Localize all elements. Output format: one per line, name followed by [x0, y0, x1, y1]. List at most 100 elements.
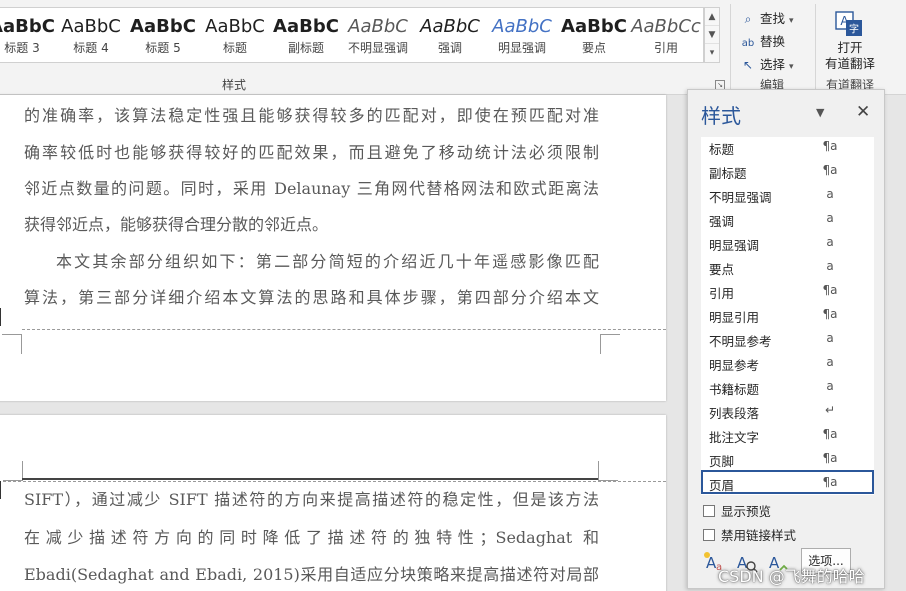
style-list-item[interactable]: 批注文字 ¶a [701, 422, 874, 446]
style-name: 列表段落 [709, 406, 760, 421]
style-name: 要点 [709, 262, 735, 277]
gallery-more-button[interactable]: ▾ [705, 44, 719, 62]
disable-linked-styles-checkbox[interactable]: 禁用链接样式 [703, 525, 796, 544]
style-list-item[interactable]: 页眉 ¶a [701, 470, 874, 494]
gallery-scroller: ▲ ▼ ▾ [704, 7, 720, 63]
styles-list: 标题 ¶a 副标题 ¶a 不明显强调 a 强调 a 明显强调 a 要点 a 引用 ¶a 明显引用 ¶a 不明显参… [701, 137, 874, 495]
style-type-icon: a [826, 259, 834, 273]
style-list-item[interactable]: 强调 a [701, 206, 874, 230]
style-type-icon: ¶a [822, 427, 838, 441]
document-page[interactable]: SIFT），通过减少 SIFT 描述符的方向来提高描述符的稳定性，但是该方法 在… [0, 415, 666, 591]
body-text-line[interactable]: 邻近点数量的问题。同时，采用 Delaunay 三角网代替格网法和欧式距离法 [24, 177, 599, 201]
style-gallery-label: 要点 [581, 41, 606, 55]
style-preview-text: AaBbC [0, 16, 55, 37]
style-list-item[interactable]: 副标题 ¶a [701, 158, 874, 182]
style-name: 引用 [709, 286, 735, 301]
watermark: CSDN @飞舞的哈哈 [718, 567, 865, 586]
style-list-item[interactable]: 引用 ¶a [701, 278, 874, 302]
pane-options-menu-icon[interactable]: ▼ [816, 106, 824, 119]
style-type-icon: ¶a [822, 139, 838, 153]
style-type-icon: a [826, 355, 834, 369]
styles-group-label: 样式 [222, 78, 247, 92]
style-list-item[interactable]: 明显强调 a [701, 230, 874, 254]
style-gallery-item[interactable]: AaBbC 标题 5 [127, 8, 199, 62]
style-list-item[interactable]: 页脚 ¶a [701, 446, 874, 470]
body-text-line[interactable]: 确率较低时也能够获得较好的匹配效果，而且避免了移动统计法必须限制 [24, 141, 599, 165]
ribbon: AaBbC 标题 3 AaBbC 标题 4 AaBbC 标题 5 AaBbC 标题 AaBbC 副… [0, 0, 906, 95]
replace-icon: ab [741, 38, 755, 49]
style-name: 书籍标题 [709, 382, 760, 397]
style-preview-text: AaBbC [561, 16, 627, 37]
style-gallery-item[interactable]: AaBbC 标题 3 [0, 8, 58, 62]
body-text-line[interactable]: 的准确率，该算法稳定性强且能够获得较多的匹配对，即使在预匹配对准 [24, 104, 599, 128]
crop-mark-bottom-right [600, 334, 620, 354]
style-gallery-item[interactable]: AaBbC 标题 4 [55, 8, 127, 62]
style-type-icon: a [826, 379, 834, 393]
body-text-line[interactable]: 本文其余部分组织如下：第二部分简短的介绍近几十年遥感影像匹配 [56, 250, 599, 274]
style-gallery-label: 不明显强调 [347, 41, 408, 55]
style-list-item[interactable]: 不明显参考 a [701, 326, 874, 350]
search-icon: ⌕ [744, 12, 752, 26]
style-type-icon: ¶a [822, 283, 838, 297]
chevron-down-icon: ▾ [789, 16, 794, 26]
style-gallery-label: 副标题 [287, 41, 324, 55]
style-gallery-item[interactable]: AaBbCc 引用 [630, 8, 702, 62]
style-name: 副标题 [709, 166, 747, 181]
style-list-item[interactable]: 不明显强调 a [701, 182, 874, 206]
style-gallery-label: 引用 [653, 41, 678, 55]
body-text-line[interactable]: 算法，第三部分详细介绍本文算法的思路和具体步骤，第四部分介绍本文 [24, 286, 599, 310]
styles-list-scrollbar[interactable] [874, 137, 880, 495]
style-gallery-item[interactable]: AaBbC 标题 [199, 8, 271, 62]
styles-gallery: AaBbC 标题 3 AaBbC 标题 4 AaBbC 标题 5 AaBbC 标题 AaBbC 副… [0, 7, 704, 63]
style-preview-text: AaBbC [61, 16, 121, 37]
style-type-icon: ¶a [822, 163, 838, 177]
styles-pane-title: 样式 [701, 104, 741, 128]
style-gallery-item[interactable]: AaBbC 明显强调 [486, 8, 558, 62]
cursor-caret [0, 308, 1, 326]
style-name: 批注文字 [709, 430, 760, 445]
translate-icon[interactable]: A 字 [834, 10, 864, 38]
style-list-item[interactable]: 列表段落 ↵ [701, 398, 874, 422]
style-list-item[interactable]: 书籍标题 a [701, 374, 874, 398]
style-list-item[interactable]: 明显引用 ¶a [701, 302, 874, 326]
gallery-up-button[interactable]: ▲ [705, 8, 719, 26]
crop-mark-top-left [3, 461, 23, 481]
style-name: 不明显强调 [709, 190, 772, 205]
gallery-down-button[interactable]: ▼ [705, 26, 719, 44]
style-gallery-item[interactable]: AaBbC 要点 [558, 8, 630, 62]
disable-linked-label: 禁用链接样式 [721, 528, 797, 543]
close-icon[interactable]: ✕ [856, 102, 870, 122]
ribbon-separator [730, 4, 731, 90]
body-text-line[interactable]: Ebadi(Sedaghat and Ebadi, 2015)采用自适应分块策略… [24, 563, 599, 587]
style-list-item[interactable]: 要点 a [701, 254, 874, 278]
select-button[interactable]: ↖ 选择 ▾ [740, 54, 794, 73]
style-type-icon: a [826, 211, 834, 225]
checkbox-box[interactable] [703, 529, 715, 541]
replace-label: 替换 [760, 34, 786, 49]
style-gallery-item[interactable]: AaBbC 强调 [414, 8, 486, 62]
style-preview-text: AaBbC [273, 16, 339, 37]
document-page[interactable]: 的准确率，该算法稳定性强且能够获得较多的匹配对，即使在预匹配对准 确率较低时也能… [0, 95, 666, 401]
replace-button[interactable]: ab 替换 [740, 31, 785, 50]
body-text-line[interactable]: SIFT），通过减少 SIFT 描述符的方向来提高描述符的稳定性，但是该方法 [24, 488, 599, 512]
chevron-down-icon: ▾ [789, 62, 794, 72]
style-gallery-item[interactable]: AaBbC 副标题 [270, 8, 342, 62]
style-gallery-label: 标题 5 [145, 41, 181, 55]
style-type-icon: a [826, 235, 834, 249]
crop-mark-top-right [598, 461, 618, 481]
show-preview-checkbox[interactable]: 显示预览 [703, 501, 771, 520]
style-list-item[interactable]: 明显参考 a [701, 350, 874, 374]
open-translate-button[interactable]: 打开 有道翻译 [822, 40, 878, 72]
find-label: 查找 [760, 11, 786, 26]
select-label: 选择 [760, 57, 786, 72]
style-list-item[interactable]: 标题 ¶a [701, 137, 874, 158]
style-type-icon: ¶a [822, 475, 838, 489]
body-text-line[interactable]: 获得邻近点，能够获得合理分散的邻近点。 [24, 213, 599, 237]
checkbox-box[interactable] [703, 505, 715, 517]
style-preview-text: AaBbC [348, 16, 408, 37]
body-text-line[interactable]: 在减少描述符方向的同时降低了描述符的独特性；Sedaghat 和 [24, 526, 599, 550]
style-name: 明显参考 [709, 358, 760, 373]
style-name: 标题 [709, 142, 735, 157]
find-button[interactable]: ⌕ 查找 ▾ [740, 8, 794, 27]
style-gallery-item[interactable]: AaBbC 不明显强调 [342, 8, 414, 62]
